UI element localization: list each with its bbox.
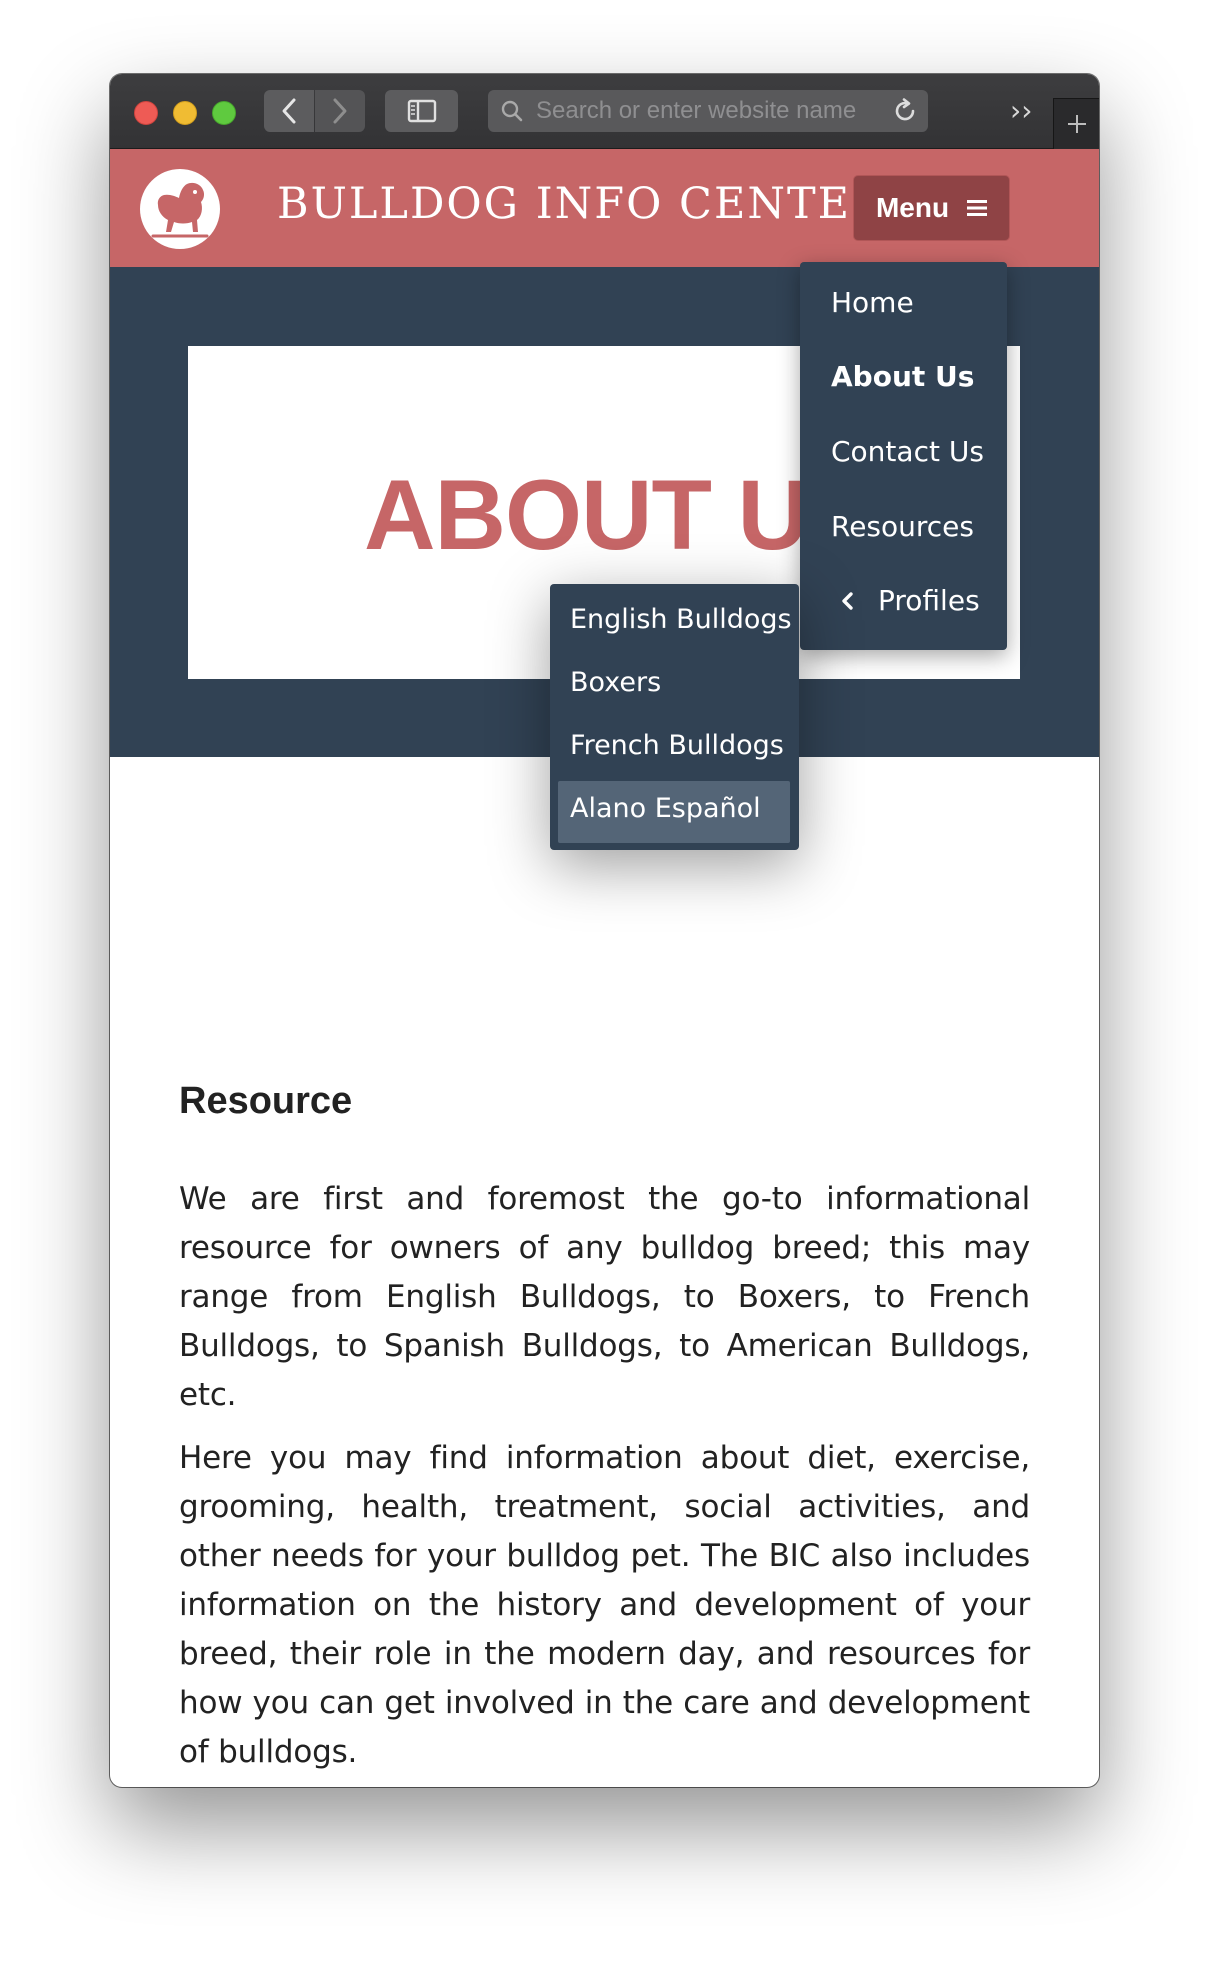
chevron-right-icon (333, 98, 347, 124)
sidebar-icon (407, 99, 436, 123)
content-heading: Resource (179, 1080, 353, 1122)
browser-window: Search or enter website name ›› BULLDOG … (110, 74, 1099, 1787)
submenu-item-french-bulldogs[interactable]: French Bulldogs (570, 730, 784, 761)
submenu-item-boxers[interactable]: Boxers (570, 667, 661, 698)
forward-button[interactable] (315, 90, 365, 132)
menu-button[interactable]: Menu (853, 175, 1010, 241)
plus-icon (1068, 115, 1086, 133)
page-title: ABOUT US (364, 459, 874, 570)
more-toolbar-items-button[interactable]: ›› (1010, 94, 1032, 127)
submenu-item-alano-espanol[interactable]: Alano Español (570, 793, 761, 824)
submenu-item-english-bulldogs[interactable]: English Bulldogs (570, 604, 792, 635)
content-paragraph: We are first and foremost the go-to info… (179, 1181, 1030, 1413)
address-bar[interactable]: Search or enter website name (488, 90, 928, 132)
profiles-submenu: English Bulldogs Boxers French Bulldogs … (550, 584, 799, 850)
hamburger-icon (967, 200, 988, 216)
menu-item-about-us[interactable]: About Us (831, 360, 974, 393)
search-icon (501, 100, 523, 122)
menu-item-home[interactable]: Home (831, 286, 914, 319)
menu-item-resources[interactable]: Resources (831, 510, 974, 543)
menu-item-contact-us[interactable]: Contact Us (831, 435, 984, 468)
zoom-window-button[interactable] (212, 101, 236, 125)
reload-icon[interactable] (890, 96, 920, 126)
menu-item-profiles[interactable]: Profiles (840, 584, 980, 617)
back-button[interactable] (264, 90, 314, 132)
menu-item-profiles-label: Profiles (878, 584, 980, 617)
new-tab-button[interactable] (1053, 98, 1099, 149)
close-window-button[interactable] (134, 101, 158, 125)
chevron-left-icon (842, 591, 853, 610)
address-placeholder: Search or enter website name (536, 97, 857, 124)
content-paragraph: Here you may find information about diet… (179, 1440, 1030, 1770)
minimize-window-button[interactable] (173, 101, 197, 125)
main-menu-dropdown: Home About Us Contact Us Resources Profi… (800, 262, 1007, 650)
menu-button-label: Menu (875, 192, 950, 223)
bulldog-icon (151, 182, 209, 238)
sidebar-toggle-button[interactable] (385, 90, 458, 132)
chevron-left-icon (282, 98, 296, 124)
bulldog-logo[interactable] (140, 169, 220, 249)
site-title[interactable]: BULLDOG INFO CENTER (277, 179, 885, 229)
browser-titlebar: Search or enter website name ›› (110, 74, 1099, 149)
